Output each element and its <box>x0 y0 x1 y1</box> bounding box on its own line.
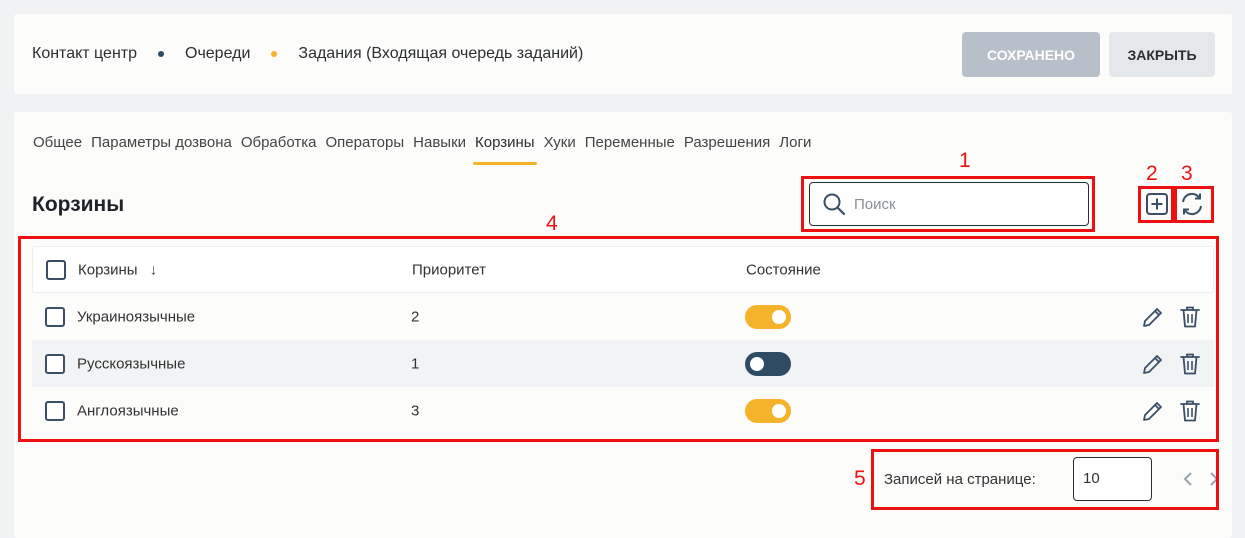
annotation-box-pagination <box>871 449 1219 510</box>
annotation-number: 2 <box>1146 162 1158 185</box>
tab-operators[interactable]: Операторы <box>325 134 404 165</box>
tab-variables[interactable]: Переменные <box>585 134 675 165</box>
tab-dial-parameters[interactable]: Параметры дозвона <box>91 134 232 165</box>
annotation-box-add <box>1138 186 1174 223</box>
tab-permissions[interactable]: Разрешения <box>684 134 770 165</box>
tab-hooks[interactable]: Хуки <box>544 134 576 165</box>
annotation-box-refresh <box>1174 186 1214 223</box>
tab-baskets[interactable]: Корзины <box>473 134 537 165</box>
annotation-number: 5 <box>854 467 866 490</box>
breadcrumb-separator-dot <box>271 51 278 57</box>
top-bar: Контакт центр Очереди Задания (Входящая … <box>14 14 1232 94</box>
breadcrumb-item-queues[interactable]: Очереди <box>185 45 250 63</box>
annotation-number: 3 <box>1181 162 1193 185</box>
tab-logs[interactable]: Логи <box>779 134 811 165</box>
breadcrumb-item-current: Задания (Входящая очередь заданий) <box>298 45 584 62</box>
annotation-box-search <box>801 176 1095 232</box>
tab-general[interactable]: Общее <box>33 134 82 165</box>
breadcrumb-separator-dot <box>158 51 164 57</box>
annotation-number: 4 <box>546 212 558 235</box>
section-title: Корзины <box>32 193 125 216</box>
close-button[interactable]: ЗАКРЫТЬ <box>1109 32 1215 77</box>
annotation-number: 1 <box>959 149 971 172</box>
tab-bar: Общее Параметры дозвона Обработка Операт… <box>33 134 820 165</box>
annotation-box-table <box>18 236 1219 442</box>
saved-button[interactable]: СОХРАНЕНО <box>962 32 1100 77</box>
breadcrumb-item-contact-center[interactable]: Контакт центр <box>32 45 137 63</box>
breadcrumb: Контакт центр Очереди Задания (Входящая … <box>32 45 583 63</box>
tab-skills[interactable]: Навыки <box>413 134 466 165</box>
tab-processing[interactable]: Обработка <box>241 134 317 165</box>
